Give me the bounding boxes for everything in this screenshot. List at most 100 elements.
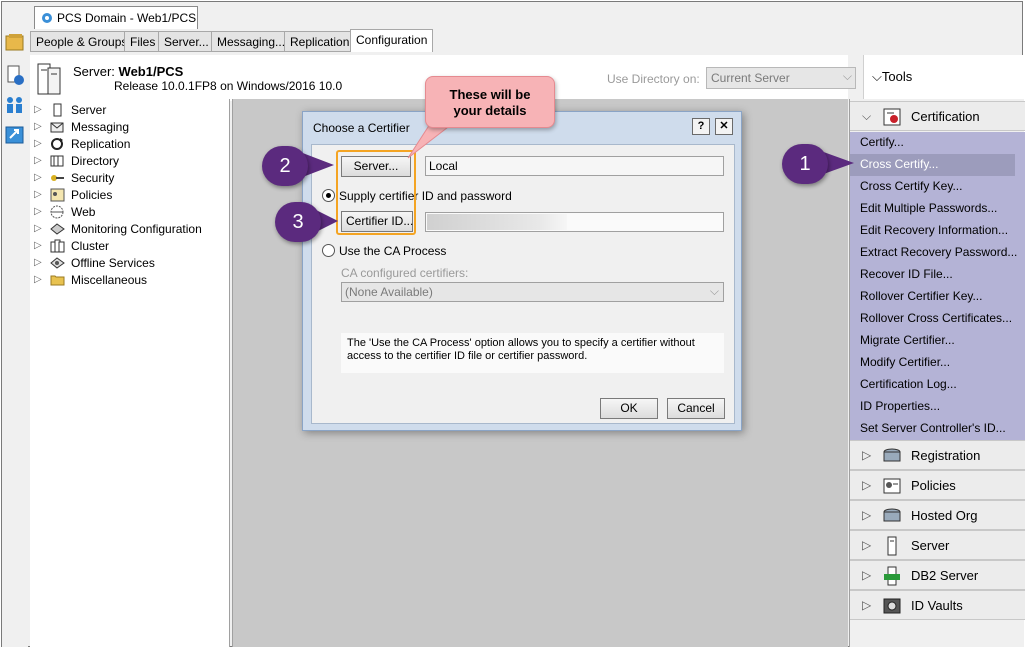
chevron-right-icon: ▷ xyxy=(862,478,872,492)
use-ca-process-label: Use the CA Process xyxy=(339,244,447,258)
chevron-down-icon: ⌵ xyxy=(872,69,882,84)
expand-arrow-icon[interactable]: ▷ xyxy=(34,223,42,234)
tools-header[interactable]: ⌵Tools xyxy=(863,55,1024,99)
expand-arrow-icon[interactable]: ▷ xyxy=(34,121,42,132)
server-label: Server: xyxy=(73,64,115,79)
callout-line1: These will be xyxy=(449,87,531,102)
category-id-vaults[interactable]: ▷ ID Vaults xyxy=(850,590,1025,620)
db2-server-icon xyxy=(884,566,900,586)
certifier-id-value-blurred xyxy=(427,214,567,230)
use-directory-label: Use Directory on: xyxy=(607,72,700,86)
server-name: Web1/PCS xyxy=(118,64,184,79)
monitoring-icon xyxy=(50,223,65,235)
annotation-callout: These will be your details xyxy=(425,76,555,128)
window-tab[interactable]: PCS Domain - Web1/PCS... xyxy=(34,6,198,29)
ca-info-box: The 'Use the CA Process' option allows y… xyxy=(341,333,724,373)
callout-line2: your details xyxy=(453,103,527,118)
expand-arrow-icon[interactable]: ▷ xyxy=(34,172,42,183)
registration-icon xyxy=(883,448,901,462)
tool-rollover-cross-certificates[interactable]: Rollover Cross Certificates... xyxy=(860,308,1025,330)
expand-arrow-icon[interactable]: ▷ xyxy=(34,274,42,285)
cluster-icon xyxy=(50,239,65,253)
tool-certify[interactable]: Certify... xyxy=(860,132,1025,154)
tool-extract-recovery-password[interactable]: Extract Recovery Password... xyxy=(860,242,1025,264)
workspace-icon[interactable] xyxy=(4,124,26,146)
app-sidebar xyxy=(2,32,28,647)
use-ca-process-radio[interactable] xyxy=(322,244,335,257)
tool-modify-certifier[interactable]: Modify Certifier... xyxy=(860,352,1025,374)
hosted-org-icon xyxy=(883,508,901,522)
chevron-right-icon: ▷ xyxy=(862,508,872,522)
expand-arrow-icon[interactable]: ▷ xyxy=(34,206,42,217)
cancel-button[interactable]: Cancel xyxy=(667,398,725,419)
server-release: Release 10.0.1FP8 on Windows/2016 10.0 xyxy=(114,79,343,93)
server-field[interactable]: Local xyxy=(425,156,724,176)
tab-people-groups[interactable]: People & Groups xyxy=(30,31,134,52)
category-certification[interactable]: ⌵ Certification xyxy=(850,101,1025,131)
certifier-id-field[interactable] xyxy=(425,212,724,232)
dialog-title: Choose a Certifier xyxy=(313,121,410,135)
server-tower-icon xyxy=(37,63,61,95)
people-icon[interactable] xyxy=(4,94,26,116)
ca-info-text-line1: The 'Use the CA Process' option allows y… xyxy=(347,337,695,349)
tool-migrate-certifier[interactable]: Migrate Certifier... xyxy=(860,330,1025,352)
category-hosted-org[interactable]: ▷ Hosted Org xyxy=(850,500,1025,530)
tab-messaging[interactable]: Messaging... xyxy=(211,31,292,52)
ca-info-text-line2: access to the certifier ID file or certi… xyxy=(347,350,588,362)
tool-set-server-controller-id[interactable]: Set Server Controller's ID... xyxy=(860,418,1025,440)
chevron-down-icon: ⌵ xyxy=(842,69,852,83)
ok-button[interactable]: OK xyxy=(600,398,658,419)
messaging-icon xyxy=(50,122,64,133)
chevron-down-icon: ⌵ xyxy=(862,109,872,123)
tool-id-properties[interactable]: ID Properties... xyxy=(860,396,1025,418)
category-registration[interactable]: ▷ Registration xyxy=(850,440,1025,470)
annotation-badge-3: 3 xyxy=(275,202,321,242)
server-icon xyxy=(887,536,897,556)
tool-rollover-certifier-key[interactable]: Rollover Certifier Key... xyxy=(860,286,1025,308)
folder-icon xyxy=(50,275,65,286)
certification-icon xyxy=(883,108,901,126)
expand-arrow-icon[interactable]: ▷ xyxy=(34,189,42,200)
ca-certifiers-value: (None Available) xyxy=(345,285,433,299)
ca-certifiers-label: CA configured certifiers: xyxy=(341,266,469,280)
bookmarks-icon[interactable] xyxy=(4,32,26,54)
chevron-down-icon: ⌵ xyxy=(709,284,719,298)
supply-certifier-radio[interactable] xyxy=(322,189,335,202)
policies-icon xyxy=(50,188,65,202)
tool-certification-log[interactable]: Certification Log... xyxy=(860,374,1025,396)
help-button[interactable]: ? xyxy=(692,118,710,135)
tab-configuration[interactable]: Configuration xyxy=(350,29,434,52)
category-policies[interactable]: ▷ Policies xyxy=(850,470,1025,500)
tool-cross-certify-key[interactable]: Cross Certify Key... xyxy=(860,176,1025,198)
domino-server-icon[interactable] xyxy=(4,64,26,86)
chevron-right-icon: ▷ xyxy=(862,448,872,462)
use-directory-select[interactable]: Current Server ⌵ xyxy=(706,67,856,89)
config-tree: ▷ Server ▷ Messaging ▷ Replication ▷ Dir… xyxy=(30,99,230,647)
category-server[interactable]: ▷ Server xyxy=(850,530,1025,560)
directory-icon xyxy=(50,155,64,167)
ca-certifiers-select[interactable]: (None Available) ⌵ xyxy=(341,282,724,302)
server-icon xyxy=(53,103,62,117)
category-db2-server[interactable]: ▷ DB2 Server xyxy=(850,560,1025,590)
expand-arrow-icon[interactable]: ▷ xyxy=(34,155,42,166)
tab-server[interactable]: Server... xyxy=(158,31,215,52)
window-tab-title: PCS Domain - Web1/PCS... xyxy=(57,11,198,25)
expand-arrow-icon[interactable]: ▷ xyxy=(34,240,42,251)
use-directory-value: Current Server xyxy=(711,71,790,85)
expand-arrow-icon[interactable]: ▷ xyxy=(34,104,42,115)
tool-edit-multiple-passwords[interactable]: Edit Multiple Passwords... xyxy=(860,198,1025,220)
expand-arrow-icon[interactable]: ▷ xyxy=(34,257,42,268)
tool-recover-id-file[interactable]: Recover ID File... xyxy=(860,264,1025,286)
tool-cross-certify[interactable]: Cross Certify... xyxy=(850,154,1015,176)
section-tabs: People & Groups Files Server... Messagin… xyxy=(30,29,850,53)
tools-header-label: Tools xyxy=(881,69,913,84)
tool-edit-recovery-information[interactable]: Edit Recovery Information... xyxy=(860,220,1025,242)
tab-files[interactable]: Files xyxy=(124,31,162,52)
policies-icon xyxy=(883,478,901,494)
tab-replication[interactable]: Replication xyxy=(284,31,356,52)
id-vaults-icon xyxy=(883,598,901,614)
close-button[interactable]: ✕ xyxy=(715,118,733,135)
offline-services-icon xyxy=(50,257,65,269)
expand-arrow-icon[interactable]: ▷ xyxy=(34,138,42,149)
replication-icon xyxy=(51,138,63,150)
